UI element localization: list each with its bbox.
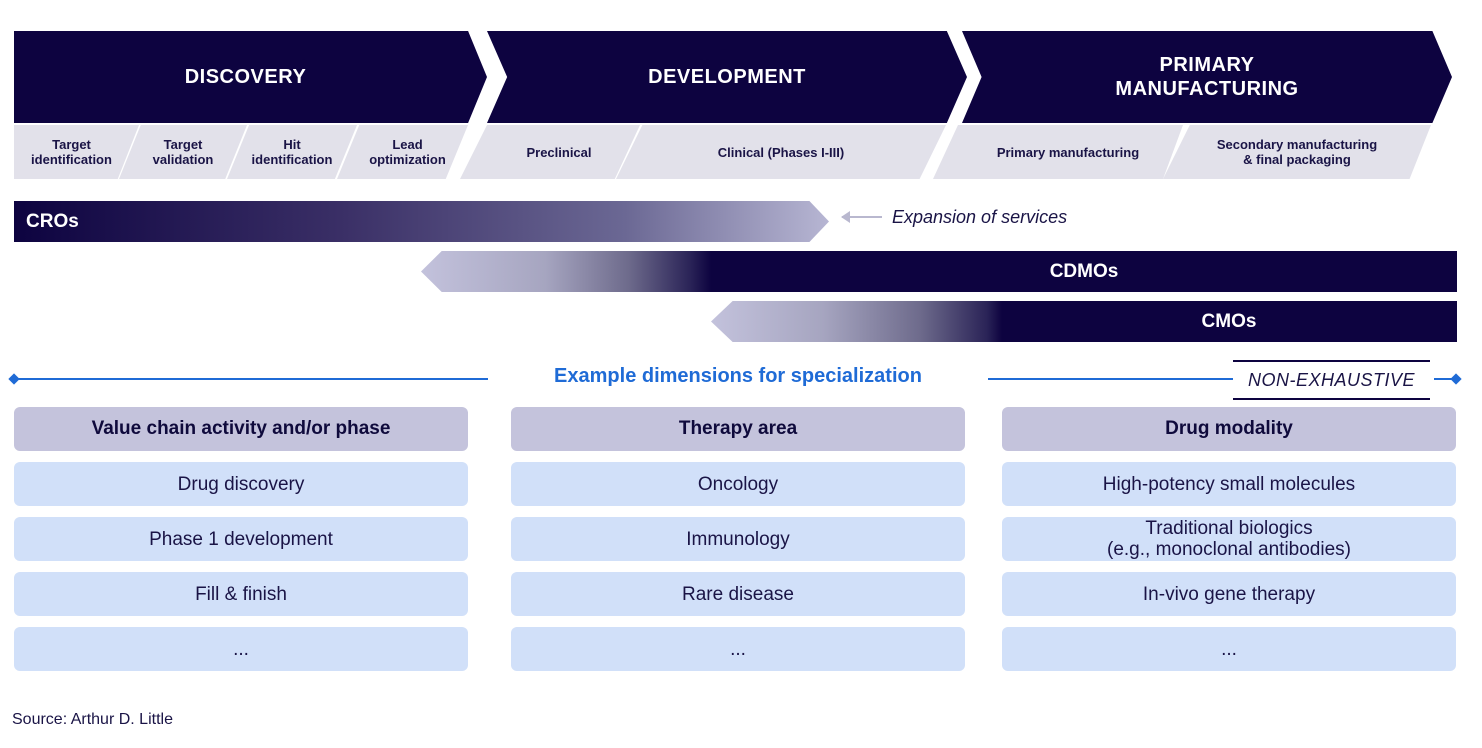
cdmos-label: CDMOs bbox=[1049, 260, 1119, 282]
step-text-line: Lead bbox=[392, 137, 423, 152]
phase-primary-manufacturing: PRIMARY MANUFACTURING bbox=[962, 31, 1452, 123]
list-item-line: (e.g., monoclonal antibodies) bbox=[1107, 539, 1351, 560]
step-text-line: Target bbox=[52, 137, 91, 152]
step-target-validation: Target validation bbox=[119, 125, 247, 179]
divider-line-left bbox=[14, 378, 488, 380]
step-lead-optimization: Lead optimization bbox=[337, 125, 468, 179]
column-value-chain: Value chain activity and/or phase Drug d… bbox=[14, 407, 468, 671]
column-header: Value chain activity and/or phase bbox=[14, 407, 468, 451]
list-item: Traditional biologics (e.g., monoclonal … bbox=[1002, 517, 1456, 561]
cros-bar: CROs bbox=[14, 201, 829, 242]
step-text-line: Clinical (Phases I-III) bbox=[717, 144, 845, 160]
column-header: Therapy area bbox=[511, 407, 965, 451]
step-text-line: Secondary manufacturing bbox=[1216, 137, 1378, 152]
source-note: Source: Arthur D. Little bbox=[12, 711, 173, 728]
diamond-right-icon bbox=[1450, 373, 1462, 385]
step-text-line: Hit bbox=[283, 137, 301, 152]
step-text-line: optimization bbox=[369, 152, 446, 167]
list-item-line: Traditional biologics bbox=[1145, 518, 1313, 539]
divider-line-right bbox=[988, 378, 1233, 380]
phase-development-label: DEVELOPMENT bbox=[648, 66, 806, 88]
list-item: Phase 1 development bbox=[14, 517, 468, 561]
column-therapy-area: Therapy area Oncology Immunology Rare di… bbox=[511, 407, 965, 671]
list-item: Immunology bbox=[511, 517, 965, 561]
non-exhaustive-tag: NON-EXHAUSTIVE bbox=[1233, 360, 1430, 400]
step-text-line: Preclinical bbox=[526, 144, 592, 160]
phase-primary-label-line1: PRIMARY bbox=[1159, 54, 1255, 76]
list-item: Oncology bbox=[511, 462, 965, 506]
step-preclinical: Preclinical bbox=[460, 125, 640, 179]
cros-label: CROs bbox=[26, 210, 79, 232]
step-text-line: validation bbox=[152, 152, 214, 167]
list-item: High-potency small molecules bbox=[1002, 462, 1456, 506]
expansion-annotation: Expansion of services bbox=[841, 205, 1068, 229]
section-title: Example dimensions for specialization bbox=[554, 365, 922, 387]
step-hit-identification: Hit identification bbox=[227, 125, 357, 179]
step-text-line: identification bbox=[251, 152, 333, 167]
column-drug-modality: Drug modality High-potency small molecul… bbox=[1002, 407, 1456, 671]
column-header: Drug modality bbox=[1002, 407, 1456, 451]
list-item: In-vivo gene therapy bbox=[1002, 572, 1456, 616]
cdmos-bar: CDMOs bbox=[421, 251, 1457, 292]
step-text-line: & final packaging bbox=[1243, 152, 1351, 167]
cmos-label: CMOs bbox=[1201, 310, 1257, 332]
list-item: ... bbox=[14, 627, 468, 671]
phase-primary-label-line2: MANUFACTURING bbox=[1115, 78, 1299, 100]
list-item: Rare disease bbox=[511, 572, 965, 616]
phase-development: DEVELOPMENT bbox=[487, 31, 967, 123]
list-item: Fill & finish bbox=[14, 572, 468, 616]
cmos-bar: CMOs bbox=[711, 301, 1457, 342]
step-text-line: Primary manufacturing bbox=[996, 144, 1140, 160]
step-text-line: identification bbox=[31, 152, 112, 167]
step-text-line: Target bbox=[163, 137, 203, 152]
list-item: ... bbox=[511, 627, 965, 671]
list-item: Drug discovery bbox=[14, 462, 468, 506]
arrow-left-icon bbox=[841, 211, 882, 223]
step-target-identification: Target identification bbox=[14, 125, 139, 179]
step-primary-manufacturing: Primary manufacturing bbox=[933, 125, 1183, 179]
step-clinical: Clinical (Phases I-III) bbox=[616, 125, 946, 179]
list-item: ... bbox=[1002, 627, 1456, 671]
phase-discovery-label: DISCOVERY bbox=[184, 66, 307, 88]
phase-discovery: DISCOVERY bbox=[14, 31, 487, 123]
expansion-label: Expansion of services bbox=[892, 206, 1068, 227]
step-secondary-manufacturing: Secondary manufacturing & final packaging bbox=[1163, 125, 1431, 179]
